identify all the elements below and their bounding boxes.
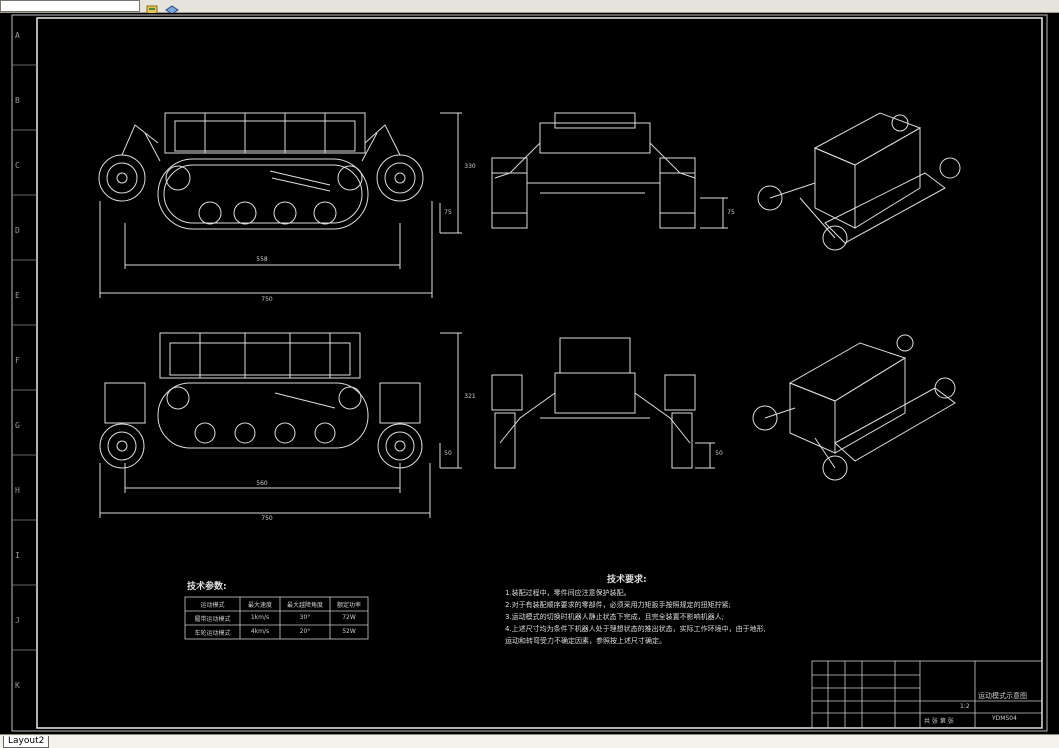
dim-label: 50 [444,450,452,457]
params-title: 技术参数: [187,582,227,592]
side-view-track-mode [98,112,462,298]
drawing-scale: 1:2 [960,703,970,710]
drawing-name: 运动模式示意图 [978,692,1027,700]
zone-letter: G [15,421,20,430]
dim-label: 330 [464,163,476,170]
params-cell: 30° [299,614,311,621]
iso-view-track-mode [757,112,961,251]
requirements-title: 技术要求: [607,575,647,585]
zone-letter: J [15,616,20,625]
zone-letter: C [15,161,20,170]
dim-label: 560 [256,480,268,487]
zone-letter: B [15,96,20,105]
requirement-line: 运动和转弯受力不确定因素，参照按上述尺寸确定。 [505,637,666,645]
requirement-line: 4.上述尺寸均为条件下机器人处于理想状态的推出状态，实际工作环境中，由于地形, [505,625,766,633]
dim-label: 750 [261,515,273,522]
dim-label: 75 [727,209,735,216]
zone-letter: E [15,291,20,300]
requirement-line: 3.运动模式的切换时机器人静止状态下完成，且完全装置不影响机器人; [505,613,725,621]
params-header: 最大速度 [247,602,272,609]
drawing-canvas[interactable]: A B C D E F G H I J K 750 558 330 75 75 … [0,13,1059,734]
front-view-wheel-mode [491,337,715,469]
dim-label: 50 [715,450,723,457]
layer-properties-icon[interactable] [165,0,179,15]
params-cell: 1km/s [250,614,270,621]
params-cell: 72W [342,614,356,621]
requirement-line: 2.对于有装配顺序要求的零部件，必须采用力矩扳手按照规定的扭矩拧紧; [505,601,732,609]
zone-letter: H [15,486,20,495]
zone-letter: D [15,226,20,235]
params-cell: 车轮运动模式 [194,630,231,637]
params-cell: 4km/s [250,628,270,635]
iso-view-wheel-mode [752,334,956,481]
tab-layout2[interactable]: Layout2 [3,736,50,748]
params-header: 额定功率 [336,602,361,609]
requirement-line: 1.装配过程中，零件间应注意保护装配。 [505,589,631,597]
zone-letter: I [15,551,20,560]
params-cell: 52W [342,628,356,635]
dim-label: 75 [444,209,452,216]
sheet-info: 共 张 第 张 [924,718,954,725]
front-view-track-mode [491,112,728,229]
layer-dropdown[interactable] [0,0,140,12]
dim-label: 750 [261,296,273,303]
params-cell: 20° [299,628,311,635]
zone-letter: A [15,31,20,40]
dim-label: 321 [464,393,476,400]
zone-letter: F [15,356,20,365]
layout-tab-bar: Layout2 [0,734,1059,748]
zone-letter: K [15,681,20,690]
drawing-code: YDMS04 [992,715,1017,722]
params-header: 最大越障角度 [286,602,323,609]
dim-label: 558 [256,256,268,263]
layer-state-icon[interactable] [146,0,160,15]
side-view-wheel-mode [99,332,462,518]
toolbar [0,0,1059,15]
params-cell: 履带运动模式 [194,616,231,623]
params-header: 运动模式 [200,602,225,609]
